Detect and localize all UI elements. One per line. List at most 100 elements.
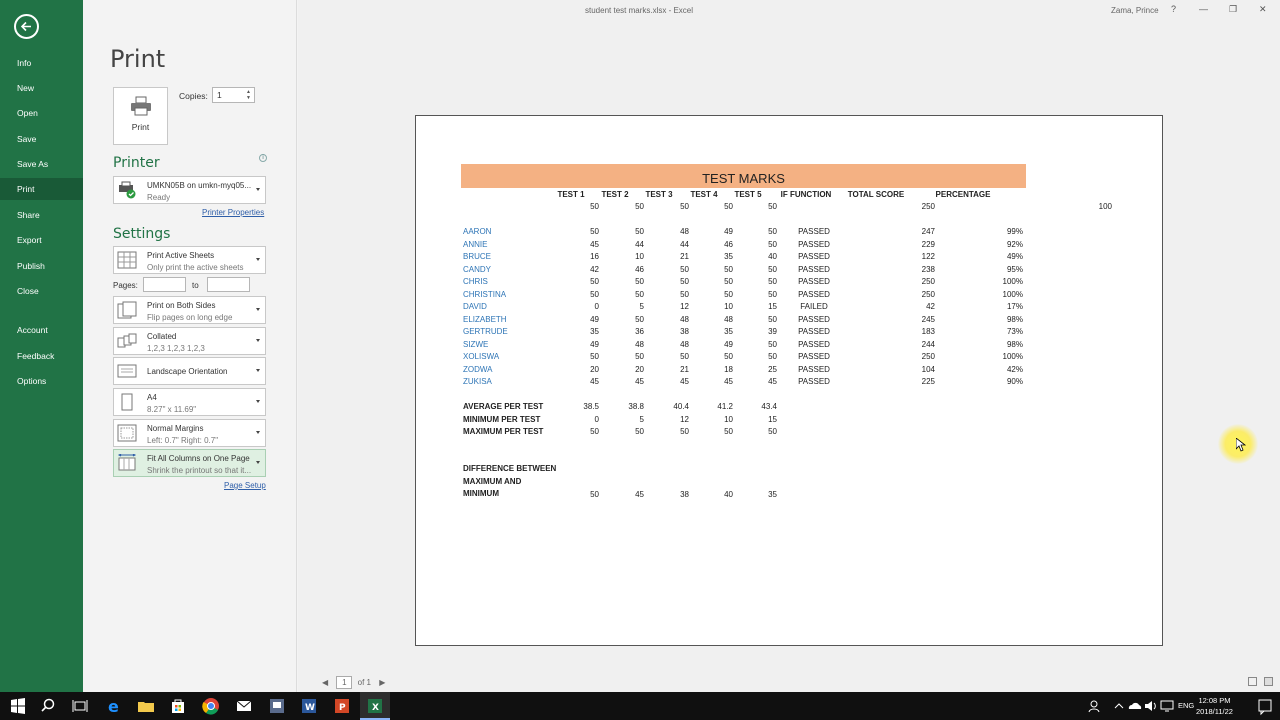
printer-heading: Printer bbox=[113, 155, 160, 171]
total-cell: 238 bbox=[921, 264, 935, 274]
column-header: PERCENTAGE bbox=[935, 190, 991, 199]
page-setup-link[interactable]: Page Setup bbox=[224, 481, 266, 490]
sheet-banner: TEST MARKS bbox=[461, 164, 1026, 188]
score-cell: 44 bbox=[635, 239, 644, 249]
excel-backstage-window: Info New Open Save Save As Print Share Export Pu… bbox=[0, 0, 1280, 720]
column-header: TEST 5 bbox=[734, 190, 762, 199]
collate-select[interactable]: Collated 1,2,3 1,2,3 1,2,3 bbox=[113, 327, 266, 355]
nav-item-close[interactable]: Close bbox=[0, 280, 83, 302]
windows-taskbar: e W P X ENG 12:08 PM 2018/11/22 bbox=[0, 692, 1280, 720]
excel-taskbar-active[interactable]: X bbox=[360, 692, 390, 720]
svg-text:e: e bbox=[108, 697, 119, 716]
margins-select[interactable]: Normal Margins Left: 0.7" Right: 0.7" bbox=[113, 419, 266, 447]
help-icon[interactable]: ? bbox=[1171, 4, 1176, 14]
show-margins-icon[interactable] bbox=[1248, 677, 1257, 686]
total-cell: 229 bbox=[921, 239, 935, 249]
nav-item-save[interactable]: Save bbox=[0, 128, 83, 150]
network-icon[interactable] bbox=[1157, 696, 1177, 716]
nav-item-publish[interactable]: Publish bbox=[0, 255, 83, 277]
spin-down-icon[interactable]: ▼ bbox=[246, 96, 252, 101]
print-button-label: Print bbox=[131, 122, 150, 132]
print-what-select[interactable]: Print Active Sheets Only print the activ… bbox=[113, 246, 266, 274]
nav-item-save-as[interactable]: Save As bbox=[0, 153, 83, 175]
nav-item-export[interactable]: Export bbox=[0, 229, 83, 251]
score-cell: 50 bbox=[680, 277, 689, 286]
percentage-cell: 100% bbox=[1002, 277, 1023, 286]
nav-item-account[interactable]: Account bbox=[0, 319, 83, 341]
result-cell: PASSED bbox=[798, 289, 830, 299]
score-cell: 45 bbox=[590, 377, 599, 386]
total-cell: 250 bbox=[921, 277, 935, 286]
stat-cell: 40.4 bbox=[673, 402, 689, 411]
pages-from-input[interactable] bbox=[143, 277, 186, 292]
sides-sub: Flip pages on long edge bbox=[147, 313, 233, 322]
chevron-down-icon bbox=[256, 461, 260, 464]
stat-cell: 50 bbox=[768, 427, 777, 436]
prev-page-icon[interactable]: ◀ bbox=[322, 678, 328, 687]
minimize-icon[interactable]: — bbox=[1199, 4, 1208, 14]
sheets-icon bbox=[117, 251, 137, 269]
input-language[interactable]: ENG bbox=[1178, 701, 1194, 710]
stat-cell: 50 bbox=[635, 427, 644, 436]
score-cell: 50 bbox=[768, 239, 777, 249]
copies-input[interactable]: 1 ▲ ▼ bbox=[212, 87, 255, 103]
file-explorer-icon[interactable] bbox=[136, 696, 156, 716]
chevron-down-icon bbox=[256, 369, 260, 372]
account-name[interactable]: Zama, Prince bbox=[1111, 6, 1159, 15]
result-cell: PASSED bbox=[798, 227, 830, 236]
search-icon[interactable] bbox=[38, 696, 58, 716]
copies-label: Copies: bbox=[179, 91, 208, 101]
nav-item-open[interactable]: Open bbox=[0, 102, 83, 124]
word-icon[interactable]: W bbox=[299, 696, 319, 716]
margins-icon bbox=[117, 424, 137, 442]
pages-to-input[interactable] bbox=[207, 277, 250, 292]
mail-icon[interactable] bbox=[234, 696, 254, 716]
powerpoint-icon[interactable]: P bbox=[332, 696, 352, 716]
nav-item-share[interactable]: Share bbox=[0, 204, 83, 226]
nav-item-print[interactable]: Print bbox=[0, 178, 83, 200]
clock[interactable]: 12:08 PM 2018/11/22 bbox=[1196, 695, 1233, 717]
task-view-icon[interactable] bbox=[70, 696, 90, 716]
orientation-select[interactable]: Landscape Orientation bbox=[113, 357, 266, 385]
scaling-select[interactable]: Fit All Columns on One Page Shrink the p… bbox=[113, 449, 266, 477]
printer-properties-link[interactable]: Printer Properties bbox=[202, 208, 264, 217]
score-cell: 50 bbox=[590, 289, 599, 299]
nav-item-feedback[interactable]: Feedback bbox=[0, 345, 83, 367]
notifications-icon[interactable] bbox=[1255, 696, 1275, 716]
close-icon[interactable]: ✕ bbox=[1259, 4, 1267, 15]
nav-item-new[interactable]: New bbox=[0, 77, 83, 99]
paper-size-select[interactable]: A4 8.27" x 11.69" bbox=[113, 388, 266, 416]
print-button[interactable]: Print bbox=[113, 87, 168, 145]
printer-select[interactable]: UMKN05B on umkn-myq05... Ready bbox=[113, 176, 266, 204]
chrome-icon[interactable] bbox=[201, 696, 221, 716]
people-icon[interactable] bbox=[1085, 696, 1105, 716]
student-name: CHRISTINA bbox=[463, 289, 507, 299]
percentage-cell: 98% bbox=[1006, 339, 1023, 349]
score-cell: 50 bbox=[590, 227, 599, 236]
score-cell: 45 bbox=[590, 239, 599, 249]
zoom-to-page-icon[interactable] bbox=[1264, 677, 1273, 686]
windows-start-icon[interactable] bbox=[8, 696, 28, 716]
store-icon[interactable] bbox=[168, 696, 188, 716]
app-icon[interactable] bbox=[267, 696, 287, 716]
info-icon[interactable]: i bbox=[259, 154, 267, 162]
back-arrow-icon[interactable] bbox=[14, 14, 39, 39]
svg-text:P: P bbox=[339, 703, 346, 713]
stat-cell: 0 bbox=[594, 414, 599, 424]
percentage-cell: 99% bbox=[1006, 227, 1023, 236]
restore-icon[interactable]: ❐ bbox=[1229, 4, 1237, 15]
total-cell: 250 bbox=[921, 352, 935, 361]
edge-browser-icon[interactable]: e bbox=[104, 696, 124, 716]
score-cell: 50 bbox=[768, 314, 777, 324]
sides-select[interactable]: Print on Both Sides Flip pages on long e… bbox=[113, 296, 266, 324]
max-score-cell: 50 bbox=[680, 202, 689, 211]
page-number-input[interactable]: 1 bbox=[336, 676, 353, 689]
total-cell: 225 bbox=[921, 377, 935, 386]
stat-cell: 38.5 bbox=[583, 402, 599, 411]
stat-cell: 50 bbox=[724, 427, 733, 436]
nav-item-info[interactable]: Info bbox=[0, 52, 83, 74]
next-page-icon[interactable]: ▶ bbox=[379, 678, 385, 687]
result-cell: PASSED bbox=[798, 277, 830, 286]
nav-item-options[interactable]: Options bbox=[0, 370, 83, 392]
scaling-title: Fit All Columns on One Page bbox=[147, 454, 250, 463]
